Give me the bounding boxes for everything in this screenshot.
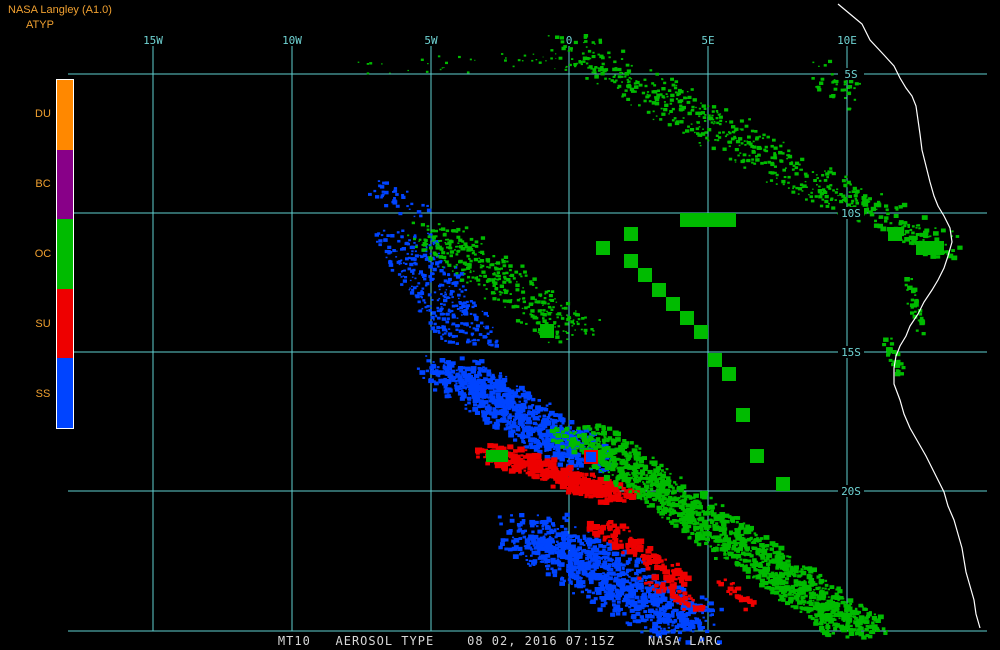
aerosol-block-oc xyxy=(652,283,666,297)
aerosol-block-oc xyxy=(680,311,694,325)
legend-label-ss: SS xyxy=(35,388,51,400)
aerosol-block-oc xyxy=(708,353,722,367)
aerosol-block-oc xyxy=(722,367,736,381)
map-caption: MT10 AEROSOL TYPE 08 02, 2016 07:15Z NAS… xyxy=(277,634,723,648)
aerosol-block-oc xyxy=(694,325,708,339)
aerosol-cluster-su xyxy=(716,578,757,612)
legend-label-oc: OC xyxy=(34,248,52,260)
aerosol-block-oc xyxy=(486,450,508,462)
aerosol-block-oc xyxy=(776,477,790,491)
lat-label: 15S xyxy=(841,346,861,359)
lon-label: 0 xyxy=(566,34,573,47)
aerosol-block-oc xyxy=(596,241,610,255)
legend-swatch-bc xyxy=(57,149,73,220)
aerosol-cluster-oc xyxy=(357,53,590,75)
legend-label-su: SU xyxy=(35,318,51,330)
legend-swatch-oc xyxy=(57,219,73,289)
aerosol-block-oc xyxy=(888,227,902,241)
lon-label: 15W xyxy=(143,34,163,47)
product-label: ATYP xyxy=(26,19,54,31)
source-label: NASA Langley (A1.0) xyxy=(8,4,112,16)
aerosol-block-oc xyxy=(736,408,750,422)
africa-coastline xyxy=(837,3,981,629)
aerosol-block-oc xyxy=(624,227,638,241)
aerosol-cluster-oc xyxy=(848,193,963,261)
aerosol-block-oc xyxy=(638,268,652,282)
lon-label: 5E xyxy=(701,34,714,47)
aerosol-cluster-ss xyxy=(368,180,432,218)
legend-swatch-ss xyxy=(57,358,73,428)
legend-swatch-du xyxy=(57,80,73,150)
aerosol-block-oc xyxy=(540,324,554,338)
aerosol-block-oc xyxy=(666,297,680,311)
aerosol-block-oc xyxy=(922,241,944,255)
aerosol-cluster-oc xyxy=(547,34,889,223)
aerosol-pixels xyxy=(357,34,963,645)
lat-label: 5S xyxy=(844,68,857,81)
lat-label: 20S xyxy=(841,485,861,498)
aerosol-block-oc xyxy=(680,213,736,227)
legend-label-bc: BC xyxy=(35,178,51,190)
aerosol-map: 15W 10W 5W 0 5E 10E 5S 10S 15S 20S xyxy=(68,3,987,645)
lat-label: 10S xyxy=(841,207,861,220)
longitude-labels: 15W 10W 5W 0 5E 10E xyxy=(143,34,857,47)
legend-swatch-su xyxy=(57,288,73,359)
legend-label-du: DU xyxy=(35,108,51,120)
aerosol-block-ss xyxy=(586,452,596,462)
aerosol-type-legend xyxy=(56,79,74,429)
lon-label: 10E xyxy=(837,34,857,47)
lon-label: 10W xyxy=(282,34,302,47)
latitude-labels: 5S 10S 15S 20S xyxy=(838,68,864,498)
aerosol-block-oc xyxy=(750,449,764,463)
lon-label: 5W xyxy=(424,34,438,47)
aerosol-block-oc xyxy=(624,254,638,268)
